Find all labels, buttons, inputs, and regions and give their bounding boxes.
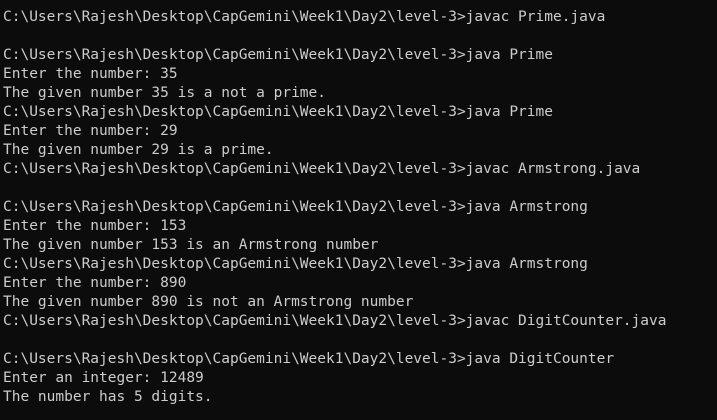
terminal-line: Enter the number: 890: [3, 275, 187, 291]
terminal-line: The given number 35 is a not a prime.: [3, 85, 327, 101]
terminal-line: Enter an integer: 12489: [3, 370, 204, 386]
terminal-line: C:\Users\Rajesh\Desktop\CapGemini\Week1\…: [3, 47, 553, 63]
terminal-line: C:\Users\Rajesh\Desktop\CapGemini\Week1\…: [3, 9, 606, 25]
terminal-line: The given number 29 is a prime.: [3, 142, 274, 158]
terminal-line: C:\Users\Rajesh\Desktop\CapGemini\Week1\…: [3, 161, 641, 177]
terminal-line: C:\Users\Rajesh\Desktop\CapGemini\Week1\…: [3, 199, 588, 215]
terminal-line: C:\Users\Rajesh\Desktop\CapGemini\Week1\…: [3, 256, 588, 272]
terminal-line: The number has 5 digits.: [3, 389, 213, 405]
terminal-line: C:\Users\Rajesh\Desktop\CapGemini\Week1\…: [3, 104, 553, 120]
terminal-line: C:\Users\Rajesh\Desktop\CapGemini\Week1\…: [3, 313, 667, 329]
terminal-line: The given number 153 is an Armstrong num…: [3, 237, 379, 253]
terminal-line: Enter the number: 29: [3, 123, 178, 139]
terminal-line: Enter the number: 153: [3, 218, 187, 234]
terminal-line: Enter the number: 35: [3, 66, 178, 82]
terminal-line: The given number 890 is not an Armstrong…: [3, 294, 414, 310]
terminal-line: C:\Users\Rajesh\Desktop\CapGemini\Week1\…: [3, 351, 615, 367]
terminal-output[interactable]: C:\Users\Rajesh\Desktop\CapGemini\Week1\…: [0, 0, 717, 420]
